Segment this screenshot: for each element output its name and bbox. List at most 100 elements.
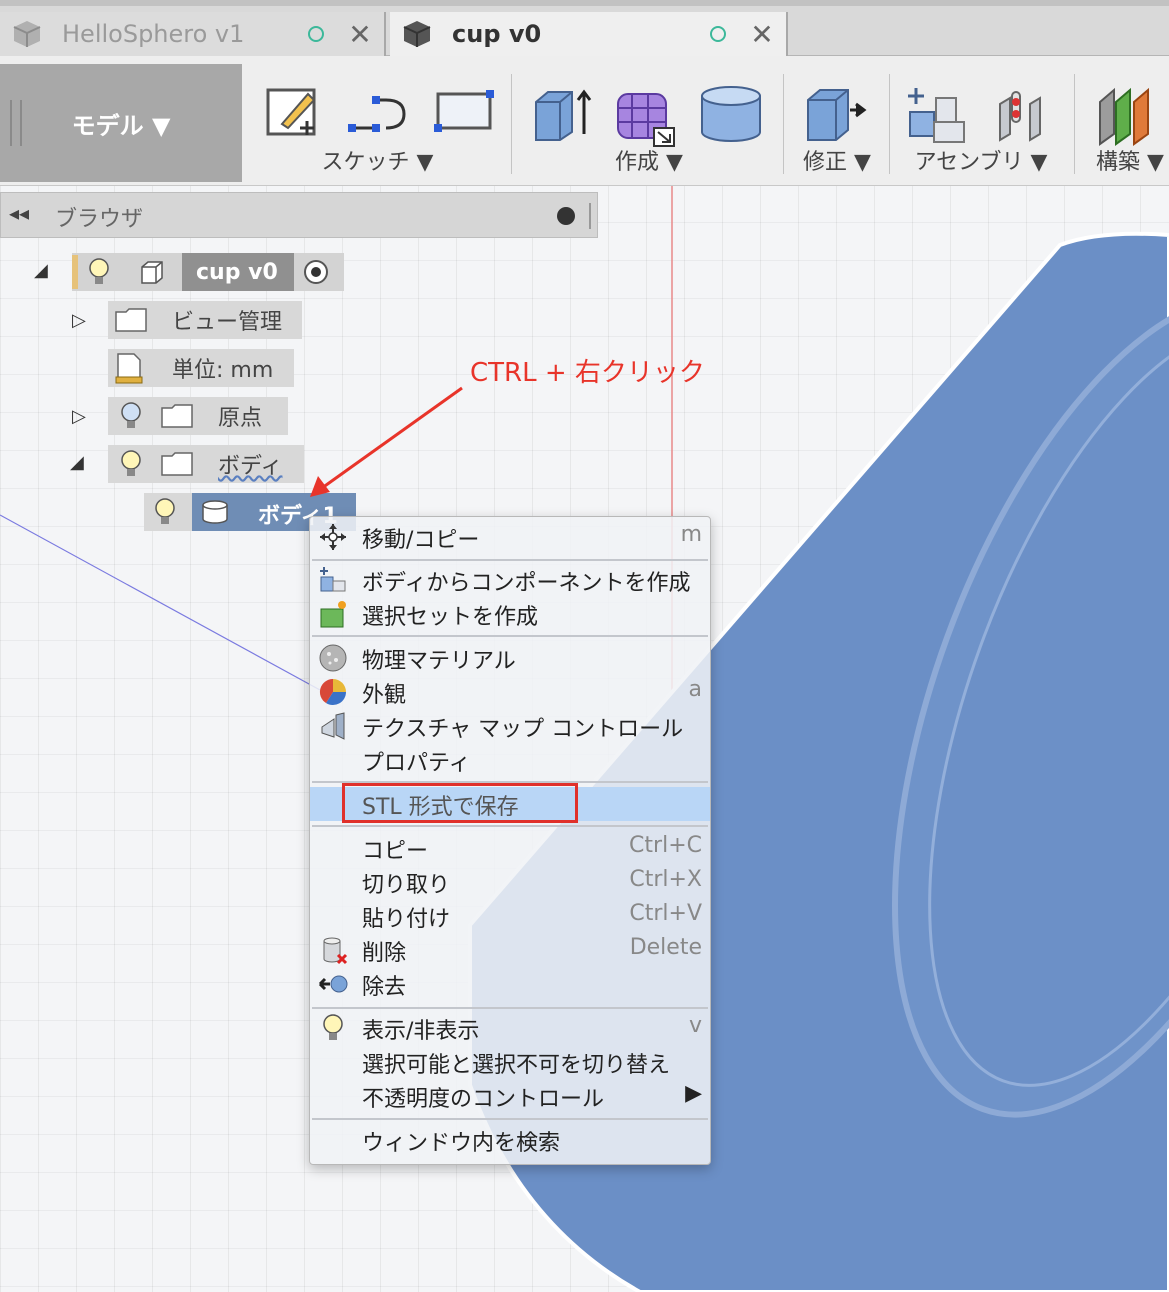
- offset-plane-icon[interactable]: [1096, 84, 1156, 146]
- submenu-arrow-icon: ▶: [685, 1081, 702, 1106]
- menu-item-cut[interactable]: 切り取り Ctrl+X: [310, 865, 710, 899]
- bulb-icon[interactable]: [120, 449, 142, 479]
- menu-item-properties[interactable]: プロパティ: [310, 743, 710, 777]
- close-icon[interactable]: ✕: [748, 18, 776, 51]
- sketch-group[interactable]: スケッチ ▼: [250, 64, 505, 182]
- new-component-icon[interactable]: [906, 84, 972, 146]
- tree-item-label: 原点: [218, 406, 263, 431]
- active-indicator: [72, 255, 78, 289]
- cylinder-icon[interactable]: [700, 84, 762, 144]
- tree-item-units[interactable]: 単位: mm: [108, 349, 294, 387]
- folder-icon: [161, 452, 193, 476]
- component-icon: [320, 567, 346, 592]
- menu-item-label: 物理マテリアル: [362, 649, 516, 674]
- construct-group-label: 構築 ▼: [1096, 150, 1164, 175]
- delete-icon: [323, 937, 348, 965]
- tree-root-cup[interactable]: cup v0: [72, 253, 344, 291]
- bulb-icon[interactable]: [88, 257, 110, 287]
- menu-item-label: 選択可能と選択不可を切り替え: [362, 1053, 671, 1078]
- collapse-panel-icon[interactable]: ◂◂: [9, 201, 29, 225]
- menu-item-toggle-selectable[interactable]: 選択可能と選択不可を切り替え: [310, 1045, 710, 1079]
- construct-group[interactable]: 構築 ▼: [1080, 64, 1169, 182]
- line-icon[interactable]: [346, 84, 410, 142]
- menu-item-create-selection-set[interactable]: 選択セットを作成: [310, 597, 710, 631]
- toolbar-divider: [1074, 74, 1075, 174]
- tab-cup[interactable]: cup v0 ✕: [390, 12, 788, 56]
- extrude-icon[interactable]: [532, 84, 592, 144]
- menu-separator: [312, 825, 708, 827]
- material-icon: [319, 644, 347, 672]
- document-settings-icon: [115, 353, 143, 384]
- menu-item-find-in-window[interactable]: ウィンドウ内を検索: [310, 1123, 710, 1157]
- tab-hellosphero[interactable]: HelloSphero v1 ✕: [0, 12, 386, 56]
- folder-icon: [161, 404, 193, 428]
- folder-icon: [115, 308, 147, 332]
- menu-item-label: ボディからコンポーネントを作成: [362, 571, 691, 596]
- menu-item-show-hide[interactable]: 表示/非表示 v: [310, 1011, 710, 1045]
- move-icon: [320, 524, 346, 550]
- menu-item-move-copy[interactable]: 移動/コピー m: [310, 520, 710, 554]
- rectangle-icon[interactable]: [432, 84, 496, 142]
- form-icon[interactable]: [614, 84, 678, 148]
- collapsed-triangle-icon[interactable]: ▷: [72, 406, 86, 427]
- press-pull-icon[interactable]: [804, 84, 868, 144]
- collapsed-triangle-icon[interactable]: ▷: [72, 310, 86, 331]
- menu-item-appearance[interactable]: 外観 a: [310, 675, 710, 709]
- joint-icon[interactable]: [994, 84, 1054, 144]
- saved-status-icon: [710, 26, 726, 42]
- workspace-mode-button[interactable]: モデル ▼: [0, 64, 242, 182]
- minimize-panel-icon[interactable]: [557, 207, 575, 225]
- texture-icon: [321, 712, 345, 740]
- menu-item-remove[interactable]: 除去: [310, 967, 710, 1001]
- menu-separator: [312, 1007, 708, 1009]
- component-icon: [141, 261, 163, 284]
- menu-item-label: 選択セットを作成: [362, 605, 539, 630]
- menu-item-label: 不透明度のコントロール: [362, 1087, 605, 1112]
- menu-separator: [312, 635, 708, 637]
- menu-separator: [312, 559, 708, 561]
- panel-grip[interactable]: [589, 203, 591, 229]
- bulb-icon[interactable]: [120, 401, 142, 431]
- tree-item-origin[interactable]: 原点: [108, 397, 288, 435]
- menu-item-paste[interactable]: 貼り付け Ctrl+V: [310, 899, 710, 933]
- tree-item-label: ビュー管理: [172, 310, 283, 335]
- menu-item-texture-map[interactable]: テクスチャ マップ コントロール: [310, 709, 710, 743]
- modify-group[interactable]: 修正 ▼: [788, 64, 886, 182]
- menu-item-label: 表示/非表示: [362, 1019, 480, 1044]
- context-menu: 移動/コピー m ボディからコンポーネントを作成 選択セットを作成 物理マテリア…: [309, 516, 711, 1165]
- tree-item-bodies[interactable]: ボディ: [108, 445, 304, 483]
- menu-item-label: コピー: [362, 839, 429, 864]
- menu-shortcut: Ctrl+V: [629, 901, 702, 926]
- create-group[interactable]: 作成 ▼: [518, 64, 780, 182]
- toolbar-divider: [889, 74, 890, 174]
- tree-item-named-views[interactable]: ビュー管理: [108, 301, 302, 339]
- tree-item-label: ボディ: [218, 454, 283, 479]
- menu-item-delete[interactable]: 削除 Delete: [310, 933, 710, 967]
- modify-group-label: 修正 ▼: [803, 150, 871, 175]
- browser-title: ブラウザ: [55, 207, 144, 232]
- expand-triangle-icon[interactable]: ◢: [70, 452, 84, 473]
- document-tabbar: HelloSphero v1 ✕ cup v0 ✕: [0, 0, 1169, 56]
- browser-panel-header[interactable]: ◂◂ ブラウザ: [0, 192, 598, 238]
- create-sketch-icon[interactable]: [264, 84, 322, 142]
- menu-item-opacity-control[interactable]: 不透明度のコントロール ▶: [310, 1079, 710, 1113]
- menu-shortcut: Delete: [629, 935, 702, 960]
- menu-item-label: 切り取り: [362, 873, 451, 898]
- bulb-icon[interactable]: [154, 497, 176, 527]
- highlight-box: [342, 783, 578, 823]
- assemble-group[interactable]: アセンブリ ▼: [894, 64, 1068, 182]
- saved-status-icon: [308, 26, 324, 42]
- menu-item-copy[interactable]: コピー Ctrl+C: [310, 831, 710, 865]
- bulb-icon: [323, 1014, 343, 1040]
- activate-radio[interactable]: [304, 260, 328, 284]
- menu-item-physical-material[interactable]: 物理マテリアル: [310, 641, 710, 675]
- toolbar-grip[interactable]: [10, 100, 22, 146]
- menu-shortcut: a: [688, 677, 702, 702]
- expand-triangle-icon[interactable]: ◢: [34, 260, 48, 281]
- menu-item-label: ウィンドウ内を検索: [362, 1131, 561, 1156]
- workspace-mode-label: モデル ▼: [71, 111, 171, 140]
- toolbar: モデル ▼ スケッチ ▼ 作成 ▼ 修正 ▼ アセンブリ ▼ 構築 ▼: [0, 56, 1169, 186]
- menu-item-create-component[interactable]: ボディからコンポーネントを作成: [310, 563, 710, 597]
- root-label: cup v0: [182, 253, 294, 291]
- close-icon[interactable]: ✕: [346, 18, 374, 51]
